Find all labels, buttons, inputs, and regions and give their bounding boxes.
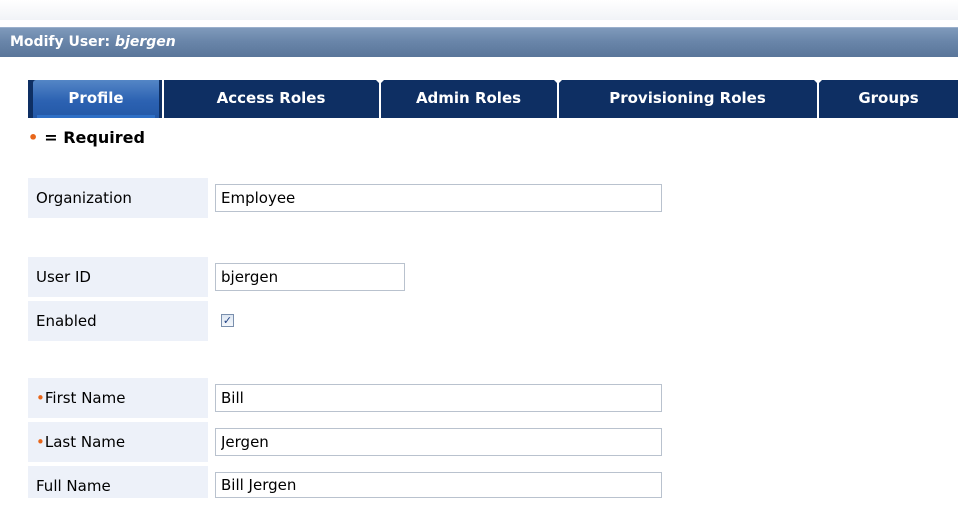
tab-admin-roles-label: Admin Roles: [415, 89, 522, 107]
enabled-checkbox[interactable]: ✓: [221, 314, 234, 327]
required-legend: • = Required: [28, 128, 145, 147]
top-strip: [0, 0, 958, 20]
required-marker: •: [28, 128, 39, 147]
enabled-label: Enabled: [28, 301, 208, 341]
enabled-label-text: Enabled: [36, 312, 97, 330]
tab-provisioning-roles[interactable]: Provisioning Roles: [559, 80, 816, 118]
full-name-field[interactable]: [215, 472, 662, 498]
first-name-label-text: First Name: [44, 389, 126, 407]
organization-field[interactable]: [215, 184, 662, 212]
first-name-label: •First Name: [28, 378, 208, 418]
panel-title-prefix: Modify User:: [10, 34, 111, 50]
tab-access-roles[interactable]: Access Roles: [164, 80, 378, 118]
required-marker: •: [36, 389, 45, 407]
tab-bar: Profile Access Roles Admin Roles Provisi…: [28, 80, 958, 118]
required-marker: •: [36, 433, 45, 451]
tab-groups-label: Groups: [858, 89, 919, 107]
tab-admin-roles[interactable]: Admin Roles: [381, 80, 556, 118]
user-id-label: User ID: [28, 257, 208, 297]
tab-profile-label: Profile: [68, 89, 124, 107]
user-id-field[interactable]: [215, 263, 405, 291]
tab-provisioning-roles-label: Provisioning Roles: [609, 89, 766, 107]
full-name-label-text: Full Name: [36, 477, 111, 495]
organization-label-text: Organization: [36, 189, 132, 207]
panel-title-username: bjergen: [115, 34, 176, 50]
full-name-label: Full Name: [28, 466, 208, 498]
organization-label: Organization: [28, 178, 208, 218]
user-id-label-text: User ID: [36, 268, 91, 286]
last-name-field[interactable]: [215, 428, 662, 456]
required-legend-text: = Required: [44, 128, 145, 147]
checkbox-check-icon: ✓: [222, 314, 233, 327]
tab-profile[interactable]: Profile: [33, 80, 159, 118]
tab-groups[interactable]: Groups: [819, 80, 958, 118]
first-name-field[interactable]: [215, 384, 662, 412]
last-name-label-text: Last Name: [44, 433, 126, 451]
tab-access-roles-label: Access Roles: [216, 89, 326, 107]
panel-title-bar: Modify User: bjergen: [0, 27, 958, 57]
last-name-label: •Last Name: [28, 422, 208, 462]
